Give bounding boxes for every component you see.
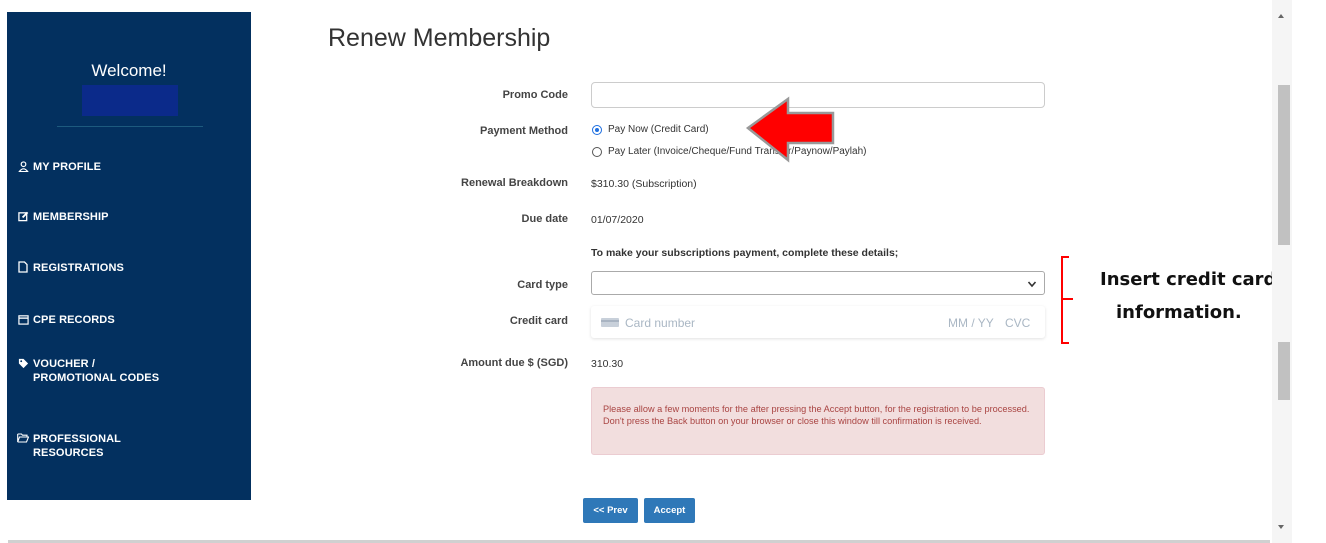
sidebar-item-label: MY PROFILE (33, 161, 102, 173)
scrollbar-thumb-secondary[interactable] (1278, 342, 1290, 400)
edit-icon (17, 210, 29, 222)
prev-button[interactable]: << Prev (583, 498, 638, 523)
credit-card-field[interactable]: Card number MM / YY CVC (591, 306, 1045, 338)
sidebar: Welcome! MY PROFILE MEMBERSHIP REGISTRAT… (7, 12, 251, 500)
amount-due-value: 310.30 (591, 358, 624, 370)
sidebar-item-label: PROFESSIONAL (33, 433, 121, 445)
due-date-value: 01/07/2020 (591, 214, 644, 226)
sidebar-item-label-group: VOUCHER / PROMOTIONAL CODES (33, 357, 159, 385)
user-name-box (82, 85, 178, 116)
sidebar-item-label: VOUCHER / (33, 358, 96, 370)
renewal-breakdown-value: $310.30 (Subscription) (591, 178, 697, 190)
user-icon (17, 160, 29, 172)
processing-alert: Please allow a few moments for the after… (591, 387, 1045, 455)
sidebar-item-label: CPE RECORDS (33, 314, 115, 326)
card-expiry-placeholder[interactable]: MM / YY (948, 316, 994, 330)
card-cvc-placeholder[interactable]: CVC (1005, 316, 1030, 330)
scroll-up-arrow-icon[interactable] (1278, 14, 1284, 18)
annotation-bracket-tick (1063, 298, 1073, 300)
renewal-breakdown-label: Renewal Breakdown (461, 177, 568, 189)
credit-card-label: Credit card (509, 315, 568, 327)
sidebar-item-label-group: PROFESSIONAL RESOURCES (33, 432, 121, 460)
chevron-down-icon (1026, 277, 1038, 289)
accept-button[interactable]: Accept (644, 498, 695, 523)
promo-code-label: Promo Code (502, 89, 568, 101)
scrollbar-thumb[interactable] (1278, 85, 1290, 245)
file-icon (17, 261, 29, 273)
vertical-scrollbar[interactable] (1272, 0, 1292, 543)
payment-option-pay-now[interactable]: Pay Now (Credit Card) (592, 124, 709, 135)
due-date-label: Due date (521, 213, 568, 225)
sidebar-item-label: MEMBERSHIP (33, 211, 109, 223)
annotation-line-1: Insert credit card (1100, 269, 1277, 290)
tag-icon (17, 357, 29, 369)
payment-instruction: To make your subscriptions payment, comp… (591, 247, 899, 259)
annotation-bracket-top (1061, 256, 1069, 258)
calendar-icon (17, 313, 29, 325)
payment-method-label: Payment Method (479, 125, 568, 137)
scroll-down-arrow-icon[interactable] (1278, 525, 1284, 529)
annotation-line-2: information. (1116, 302, 1242, 323)
page-title: Renew Membership (328, 24, 551, 52)
card-type-select[interactable] (591, 271, 1045, 295)
red-arrow-annotation (745, 96, 835, 163)
amount-due-label: Amount due $ (SGD) (460, 357, 568, 369)
radio-pay-later[interactable] (592, 146, 602, 157)
payment-option-label: Pay Now (Credit Card) (608, 124, 709, 135)
folder-open-icon (17, 432, 29, 444)
card-number-placeholder[interactable]: Card number (625, 316, 695, 330)
annotation-text: Insert credit card information. (1100, 263, 1276, 329)
card-type-label: Card type (517, 279, 568, 291)
sidebar-divider (57, 126, 203, 127)
sidebar-item-label: REGISTRATIONS (33, 262, 124, 274)
credit-card-icon (601, 318, 619, 327)
annotation-bracket-bottom (1061, 342, 1069, 344)
welcome-text: Welcome! (91, 61, 167, 80)
sidebar-item-label-line2: RESOURCES (33, 447, 104, 459)
annotation-bracket (1061, 256, 1063, 344)
radio-pay-now[interactable] (592, 124, 602, 135)
sidebar-item-label-line2: PROMOTIONAL CODES (33, 372, 160, 384)
